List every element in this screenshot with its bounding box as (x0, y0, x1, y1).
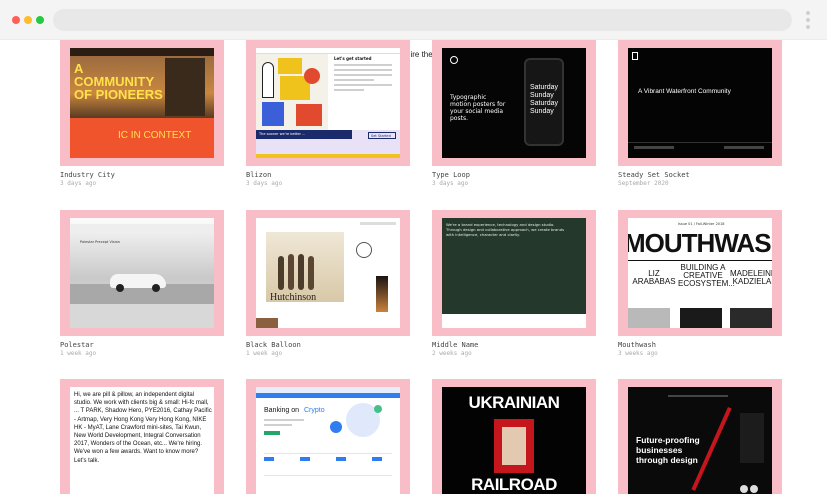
card-date: 3 days ago (60, 180, 97, 187)
shot-col-1: LIZ ARABABAS (632, 269, 676, 286)
shot-phone-text: Saturday Sunday Saturday Sunday (530, 84, 559, 115)
card-thumbnail[interactable]: Issue 01 / Fall-Winter 2018 MOUTHWASH LI… (618, 210, 782, 336)
screenshot-steady: A Vibrant Waterfront Community (628, 48, 772, 158)
screenshot-industry-city: A COMMUNITY OF PIONEERS IC IN CONTEXT (70, 48, 214, 158)
shot-text: Hutchinson (270, 292, 317, 303)
shot-sub: The sooner we're better ... (259, 132, 306, 136)
screenshot-crypto-bank: Banking on Crypto (256, 387, 400, 494)
screenshot-blizon: Let's get started The sooner we're bette… (256, 48, 400, 158)
card-thumbnail[interactable]: Let's get started The sooner we're bette… (246, 40, 410, 166)
card-title[interactable]: Mouthwash (618, 341, 656, 349)
card-thumbnail[interactable]: Hi, we are pill & pillow, an independent… (60, 379, 224, 494)
card-thumbnail[interactable]: We're a brand experience, technology and… (432, 210, 596, 336)
card-date: 1 week ago (60, 350, 97, 357)
shot-title: A COMMUNITY OF PIONEERS (74, 61, 163, 102)
shot-heading: Let's get started (334, 56, 372, 61)
shot-bottom: RAILROAD (471, 475, 557, 494)
card-thumbnail[interactable]: Hutchinson (246, 210, 410, 336)
screenshot-black-balloon: Hutchinson (256, 218, 400, 328)
shot-col-3: MADELEINE KADZIELA (730, 269, 772, 286)
shot-sub: IC IN CONTEXT (118, 130, 192, 141)
card-title[interactable]: Middle Name (432, 341, 478, 349)
card-thumbnail[interactable]: UKRAINIAN RAILROAD (432, 379, 596, 494)
screenshot-ukrainian-railroad: UKRAINIAN RAILROAD (442, 387, 586, 494)
browser-chrome (0, 0, 827, 40)
card-thumbnail[interactable]: Banking on Crypto (246, 379, 410, 494)
shot-head: MOUTHWASH (628, 228, 772, 258)
shot-col-2: BUILDING A CREATIVE ECOSYSTEM... (678, 263, 735, 288)
minimize-window-button[interactable] (24, 16, 32, 24)
card-date: 3 days ago (432, 180, 469, 187)
card-thumbnail[interactable]: Typographic motion posters for your soci… (432, 40, 596, 166)
card-title[interactable]: Polestar (60, 341, 94, 349)
screenshot-middle-name: We're a brand experience, technology and… (442, 218, 586, 328)
card-date: 3 weeks ago (618, 350, 658, 357)
screenshot-future-proofing: Future-proofing businesses through desig… (628, 387, 772, 494)
shot-heading: Banking on (264, 407, 300, 414)
card-date: 2 weeks ago (432, 350, 472, 357)
address-bar[interactable] (53, 9, 792, 31)
screenshot-polestar: Polestar Precept Vision (70, 218, 214, 328)
card-thumbnail[interactable]: A Vibrant Waterfront Community (618, 40, 782, 166)
card-date: 1 week ago (246, 350, 283, 357)
shot-text: Future-proofing businesses through desig… (636, 435, 700, 465)
screenshot-mouthwash: Issue 01 / Fall-Winter 2018 MOUTHWASH LI… (628, 218, 772, 328)
shot-text: Typographic motion posters for your soci… (450, 94, 506, 122)
maximize-window-button[interactable] (36, 16, 44, 24)
shot-top: UKRAINIAN (468, 393, 560, 412)
shot-text: Polestar Precept Vision (80, 240, 120, 244)
card-title[interactable]: Steady Set Socket (618, 171, 690, 179)
screenshot-type-loop: Typographic motion posters for your soci… (442, 48, 586, 158)
card-date: 3 days ago (246, 180, 283, 187)
card-title[interactable]: Type Loop (432, 171, 470, 179)
card-title[interactable]: Industry City (60, 171, 115, 179)
card-thumbnail[interactable]: Polestar Precept Vision (60, 210, 224, 336)
screenshot-pill-pillow: Hi, we are pill & pillow, an independent… (70, 387, 214, 494)
shot-button: Set Started (368, 132, 396, 139)
shot-issue: Issue 01 / Fall-Winter 2018 (678, 222, 725, 226)
card-date: September 2020 (618, 180, 669, 187)
shot-text: We're a brand experience, technology and… (446, 222, 565, 237)
close-window-button[interactable] (12, 16, 20, 24)
shot-text: Hi, we are pill & pillow, an independent… (74, 392, 212, 464)
card-thumbnail[interactable]: Future-proofing businesses through desig… (618, 379, 782, 494)
shot-text: A Vibrant Waterfront Community (638, 88, 731, 95)
more-menu-icon[interactable] (806, 11, 812, 32)
card-title[interactable]: Black Balloon (246, 341, 301, 349)
card-thumbnail[interactable]: A COMMUNITY OF PIONEERS IC IN CONTEXT (60, 40, 224, 166)
shot-accent: Crypto (304, 407, 325, 414)
card-title[interactable]: Blizon (246, 171, 271, 179)
